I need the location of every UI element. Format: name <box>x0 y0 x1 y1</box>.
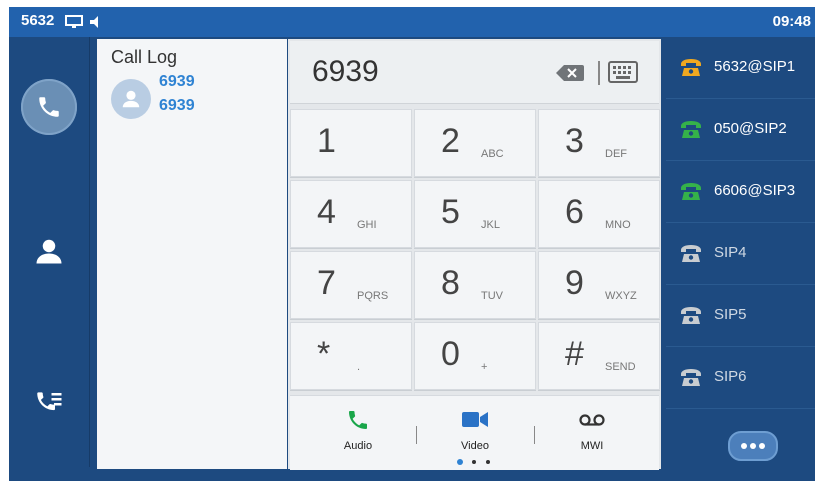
line-key-6[interactable]: SIP6 <box>666 347 815 409</box>
key-0[interactable]: 0 + <box>414 322 536 390</box>
key-hash[interactable]: # SEND <box>538 322 660 390</box>
key-8[interactable]: 8 TUV <box>414 251 536 319</box>
contact-icon <box>36 239 62 264</box>
line-phone-icon <box>681 307 701 324</box>
call-log-panel: Call Log 6939 6939 <box>97 39 287 469</box>
line-name: 6606@SIP3 <box>714 182 796 199</box>
key-9[interactable]: 9 WXYZ <box>538 251 660 319</box>
call-action-bar: Audio Video MWI <box>290 395 659 470</box>
display-divider <box>598 61 600 85</box>
audio-label: Audio <box>343 440 373 452</box>
call-log-entry-number: 6939 <box>159 97 195 114</box>
video-camera-icon <box>462 412 488 427</box>
dial-input-display[interactable]: 6939 <box>290 41 659 104</box>
key-letters: . <box>357 361 361 373</box>
call-log-entry-name: 6939 <box>159 73 195 90</box>
audio-call-button[interactable]: Audio <box>308 406 408 456</box>
line-phone-icon <box>681 369 701 386</box>
avatar <box>111 79 151 119</box>
left-navigation <box>9 37 90 467</box>
key-letters: MNO <box>605 219 631 231</box>
status-time: 09:48 <box>772 13 811 30</box>
line-phone-icon <box>681 245 701 262</box>
key-digit: 0 <box>441 335 460 373</box>
key-3[interactable]: 3 DEF <box>538 109 660 177</box>
line-name: SIP6 <box>714 368 747 385</box>
key-letters: + <box>481 361 488 373</box>
line-key-1[interactable]: 5632@SIP1 <box>666 37 815 99</box>
key-letters: SEND <box>605 361 636 373</box>
key-digit: 3 <box>565 122 584 160</box>
page-indicator <box>457 459 490 465</box>
line-name: SIP4 <box>714 244 747 261</box>
line-phone-icon <box>681 59 701 76</box>
key-7[interactable]: 7 PQRS <box>290 251 412 319</box>
action-divider <box>534 426 535 444</box>
line-keys-panel: 5632@SIP1 050@SIP2 6606@SIP3 SIP4 SIP5 S… <box>666 37 815 481</box>
dialer-panel: 6939 1 2 ABC 3 DEF 4 GHI 5 JKL 6 MNO 7 P… <box>288 39 661 470</box>
line-phone-icon <box>681 121 701 138</box>
line-name: 5632@SIP1 <box>714 58 796 75</box>
status-bar: 5632 09:48 <box>9 7 815 37</box>
backspace-icon[interactable] <box>556 65 584 81</box>
line-key-5[interactable]: SIP5 <box>666 285 815 347</box>
phone-icon <box>39 97 59 117</box>
key-6[interactable]: 6 MNO <box>538 180 660 248</box>
key-4[interactable]: 4 GHI <box>290 180 412 248</box>
key-letters: DEF <box>605 148 627 160</box>
key-2[interactable]: 2 ABC <box>414 109 536 177</box>
phone-screen: 5632 09:48 Call Log 6939 6939 6939 1 2 A… <box>9 7 815 481</box>
key-letters: JKL <box>481 219 500 231</box>
key-digit: 2 <box>441 122 460 160</box>
line-key-3[interactable]: 6606@SIP3 <box>666 161 815 223</box>
more-lines-button[interactable] <box>728 431 778 461</box>
mwi-label: MWI <box>580 440 604 452</box>
video-call-button[interactable]: Video <box>425 406 525 456</box>
key-digit: # <box>565 335 584 373</box>
key-1[interactable]: 1 <box>290 109 412 177</box>
call-history-icon <box>37 392 62 411</box>
key-letters: PQRS <box>357 290 389 302</box>
key-letters: ABC <box>481 148 504 160</box>
line-name: 050@SIP2 <box>714 120 787 137</box>
key-star[interactable]: * . <box>290 322 412 390</box>
key-digit: 4 <box>317 193 336 231</box>
key-5[interactable]: 5 JKL <box>414 180 536 248</box>
video-label: Video <box>461 440 489 452</box>
key-letters: WXYZ <box>605 290 637 302</box>
voicemail-mwi-button[interactable]: MWI <box>542 406 642 456</box>
nav-contacts-button[interactable] <box>9 221 89 281</box>
key-letters: GHI <box>357 219 377 231</box>
nav-call-history-button[interactable] <box>9 373 89 433</box>
line-key-2[interactable]: 050@SIP2 <box>666 99 815 161</box>
key-digit: 6 <box>565 193 584 231</box>
line-phone-icon <box>681 183 701 200</box>
key-digit: 9 <box>565 264 584 302</box>
keyboard-icon[interactable] <box>608 61 638 83</box>
dialed-number: 6939 <box>312 55 379 88</box>
call-log-title: Call Log <box>111 47 178 67</box>
key-digit: 7 <box>317 264 336 302</box>
nav-dialer-button[interactable] <box>9 77 89 137</box>
action-divider <box>416 426 417 444</box>
key-letters: TUV <box>481 290 503 302</box>
key-digit: * <box>317 335 331 373</box>
more-dots-icon <box>741 443 765 449</box>
line-key-4[interactable]: SIP4 <box>666 223 815 285</box>
line-name: SIP5 <box>714 306 747 323</box>
key-digit: 1 <box>317 122 336 160</box>
voicemail-icon <box>579 414 605 426</box>
status-extension: 5632 <box>21 12 55 29</box>
network-icon <box>65 15 83 28</box>
speaker-icon <box>90 16 98 28</box>
person-icon <box>122 90 140 108</box>
key-digit: 8 <box>441 264 460 302</box>
key-digit: 5 <box>441 193 460 231</box>
audio-call-icon <box>349 411 367 429</box>
